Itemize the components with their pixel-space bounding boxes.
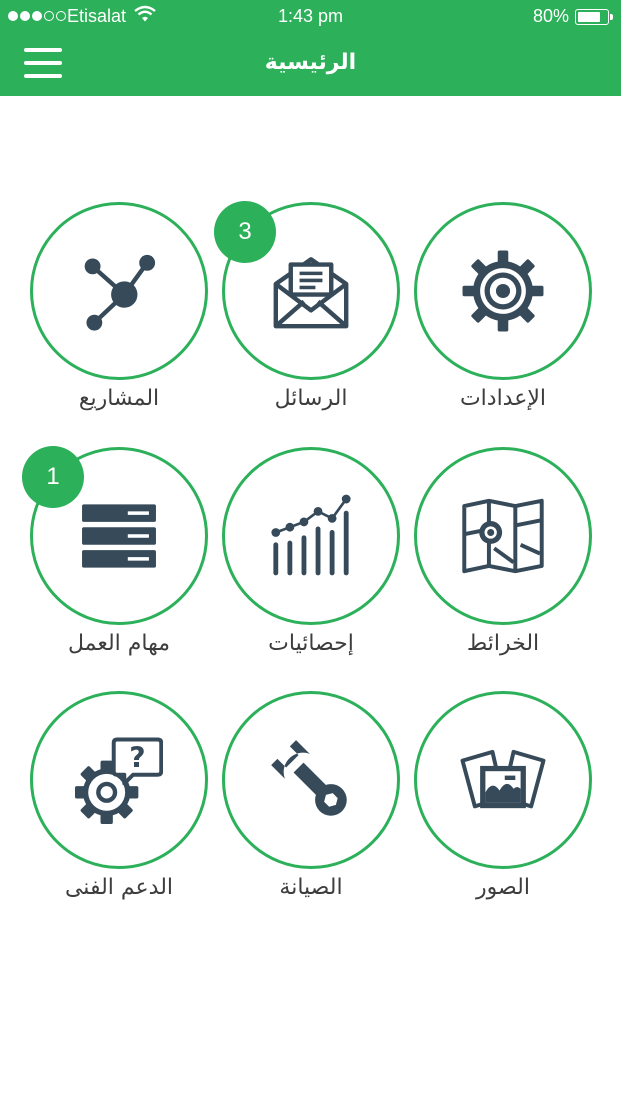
gear-icon	[462, 250, 544, 332]
tile-maps[interactable]: الخرائط	[414, 447, 594, 667]
tile-label: الإعدادات	[459, 386, 547, 411]
gear-question-icon: ?	[75, 737, 163, 824]
tile-work-tasks[interactable]: 1 مهام العمل	[22, 446, 210, 667]
tile-circle	[414, 202, 592, 380]
tile-label: المشاريع	[78, 386, 160, 411]
tile-maintenance[interactable]: الصيانة	[222, 691, 402, 911]
tile-circle	[30, 202, 208, 380]
tile-circle	[414, 447, 592, 625]
tile-circle	[222, 447, 400, 625]
server-stack-icon	[82, 504, 156, 568]
tile-tech-support[interactable]: ? الدعم الفنى	[30, 691, 210, 911]
tasks-badge: 1	[22, 446, 84, 508]
tile-circle	[414, 691, 592, 869]
envelope-letter-icon	[273, 257, 349, 329]
tile-circle	[222, 691, 400, 869]
map-pin-icon	[462, 498, 544, 574]
tile-label: الدعم الفنى	[64, 875, 174, 900]
tile-label: الصور	[476, 875, 530, 900]
tile-label: الصيانة	[279, 875, 343, 900]
tile-photos[interactable]: الصور	[414, 691, 594, 911]
tile-projects[interactable]: المشاريع	[30, 202, 210, 422]
tile-messages[interactable]: 3 الرسائل	[214, 201, 402, 422]
tile-label: مهام العمل	[67, 631, 171, 656]
tile-label: الخرائط	[466, 631, 540, 656]
network-nodes-icon	[84, 254, 156, 331]
dashboard-grid: الإعدادات 3 الرسائل المشاريع الخرائط إحص…	[0, 0, 621, 1104]
tile-statistics[interactable]: إحصائيات	[222, 447, 402, 667]
tile-label: الرسائل	[274, 386, 348, 411]
wrench-icon	[271, 740, 347, 816]
photos-icon	[460, 749, 546, 809]
tile-settings[interactable]: الإعدادات	[414, 202, 594, 422]
unread-badge: 3	[214, 201, 276, 263]
tile-label: إحصائيات	[268, 631, 354, 656]
tile-circle: ?	[30, 691, 208, 869]
bar-line-chart-icon	[271, 494, 351, 576]
svg-text:?: ?	[129, 742, 145, 775]
